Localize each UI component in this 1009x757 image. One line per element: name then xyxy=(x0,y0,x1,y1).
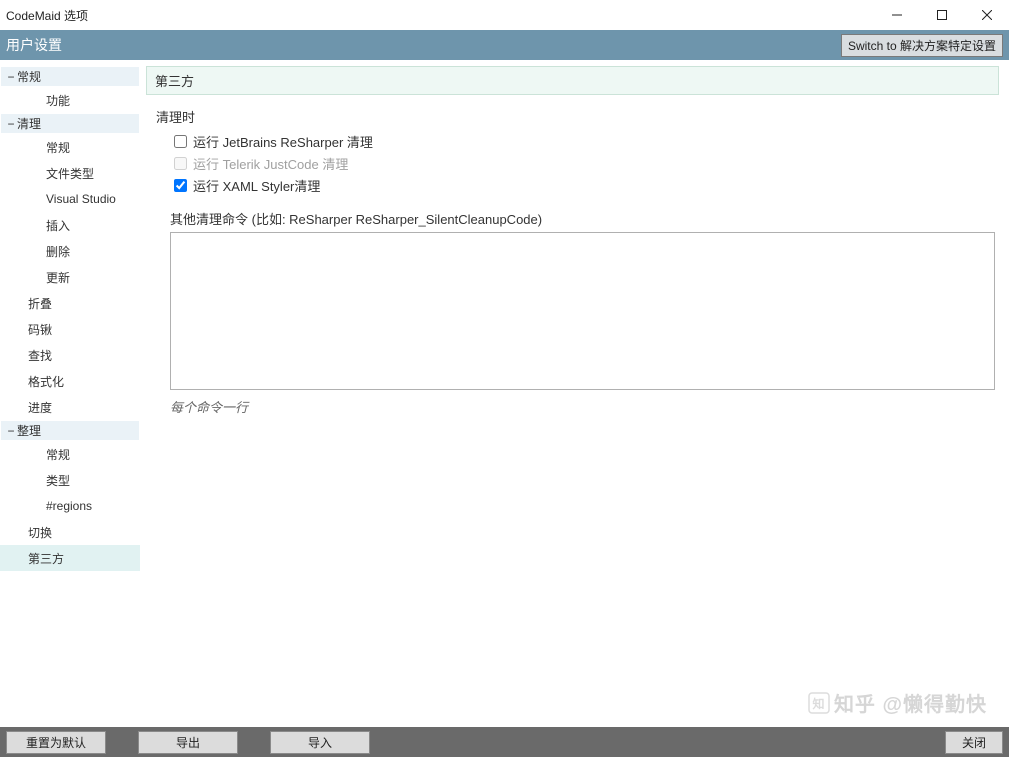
nav-item-label: 进度 xyxy=(28,399,52,416)
export-button[interactable]: 导出 xyxy=(138,731,238,754)
checkbox-label: 运行 Telerik JustCode 清理 xyxy=(193,154,348,173)
nav-item-label: 常规 xyxy=(46,139,70,156)
other-commands-label: 其他清理命令 (比如: ReSharper ReSharper_SilentCl… xyxy=(170,209,999,228)
nav-item-formatting[interactable]: 格式化 xyxy=(0,368,140,394)
checkbox-justcode[interactable] xyxy=(174,157,187,170)
nav-item-label: 功能 xyxy=(46,92,70,109)
nav-item-progress[interactable]: 进度 xyxy=(0,394,140,420)
nav-item-collapsing[interactable]: 折叠 xyxy=(0,290,140,316)
minimize-button[interactable] xyxy=(874,0,919,30)
nav-item-label: 折叠 xyxy=(28,295,52,312)
maximize-button[interactable] xyxy=(919,0,964,30)
nav-item-label: Visual Studio xyxy=(46,192,116,206)
nav-item-visual-studio[interactable]: Visual Studio xyxy=(0,186,140,212)
checkbox-label: 运行 JetBrains ReSharper 清理 xyxy=(193,132,373,151)
main: − 常规 功能 − 清理 常规 文件类型 Visual Studio 插入 删除… xyxy=(0,60,1009,727)
nav-item-label: 常规 xyxy=(46,446,70,463)
checkbox-row-xamlstyler[interactable]: 运行 XAML Styler清理 xyxy=(170,176,999,195)
nav-item-update[interactable]: 更新 xyxy=(0,264,140,290)
nav-group-label: 常规 xyxy=(17,68,41,85)
close-window-button[interactable] xyxy=(964,0,1009,30)
switch-scope-button[interactable]: Switch to 解决方案特定设置 xyxy=(841,34,1003,57)
nav-group-label: 清理 xyxy=(17,115,41,132)
header: 用户设置 Switch to 解决方案特定设置 xyxy=(0,30,1009,60)
checkbox-row-resharper[interactable]: 运行 JetBrains ReSharper 清理 xyxy=(170,132,999,151)
nav-item-reorg-regions[interactable]: #regions xyxy=(0,493,140,519)
nav-item-finding[interactable]: 查找 xyxy=(0,342,140,368)
nav-item-label: 格式化 xyxy=(28,373,64,390)
panel-title: 第三方 xyxy=(146,66,999,95)
window-title: CodeMaid 选项 xyxy=(6,7,88,24)
other-commands-input[interactable] xyxy=(170,232,995,390)
window: CodeMaid 选项 用户设置 Switch to 解决方案特定设置 − 常规 xyxy=(0,0,1009,757)
checkbox-label: 运行 XAML Styler清理 xyxy=(193,176,320,195)
nav-item-reorg-types[interactable]: 类型 xyxy=(0,467,140,493)
collapse-icon: − xyxy=(5,70,17,84)
nav-item-remove[interactable]: 删除 xyxy=(0,238,140,264)
nav-item-digging[interactable]: 码锹 xyxy=(0,316,140,342)
reset-defaults-button[interactable]: 重置为默认 xyxy=(6,731,106,754)
checkbox-resharper[interactable] xyxy=(174,135,187,148)
nav-item-thirdparty[interactable]: 第三方 xyxy=(0,545,140,571)
window-controls xyxy=(874,0,1009,30)
other-commands-hint: 每个命令一行 xyxy=(170,397,999,416)
import-button[interactable]: 导入 xyxy=(270,731,370,754)
close-button[interactable]: 关闭 xyxy=(945,731,1003,754)
collapse-icon: − xyxy=(5,117,17,131)
nav-item-reorg-general[interactable]: 常规 xyxy=(0,441,140,467)
sidebar: − 常规 功能 − 清理 常规 文件类型 Visual Studio 插入 删除… xyxy=(0,60,140,727)
nav-item-cleaning-general[interactable]: 常规 xyxy=(0,134,140,160)
nav-item-label: 类型 xyxy=(46,472,70,489)
nav-item-label: 文件类型 xyxy=(46,165,94,182)
nav-item-label: 切换 xyxy=(28,524,52,541)
nav-item-label: 查找 xyxy=(28,347,52,364)
footer: 重置为默认 导出 导入 关闭 xyxy=(0,727,1009,757)
collapse-icon: − xyxy=(5,424,17,438)
content: 第三方 清理时 运行 JetBrains ReSharper 清理 运行 Tel… xyxy=(140,60,1009,727)
nav-item-label: 插入 xyxy=(46,217,70,234)
nav-item-label: #regions xyxy=(46,499,92,513)
nav-item-label: 删除 xyxy=(46,243,70,260)
checkbox-xamlstyler[interactable] xyxy=(174,179,187,192)
nav-item-file-types[interactable]: 文件类型 xyxy=(0,160,140,186)
checkbox-row-justcode[interactable]: 运行 Telerik JustCode 清理 xyxy=(170,154,999,173)
nav-group-reorg[interactable]: − 整理 xyxy=(0,420,140,441)
section-on-cleanup: 清理时 xyxy=(156,107,999,126)
nav-item-label: 码锹 xyxy=(28,321,52,338)
nav-item-label: 第三方 xyxy=(28,550,64,567)
nav-group-label: 整理 xyxy=(17,422,41,439)
nav-item-features[interactable]: 功能 xyxy=(0,87,140,113)
nav-item-label: 更新 xyxy=(46,269,70,286)
nav-item-switching[interactable]: 切换 xyxy=(0,519,140,545)
nav-item-insert[interactable]: 插入 xyxy=(0,212,140,238)
nav-group-cleaning[interactable]: − 清理 xyxy=(0,113,140,134)
titlebar: CodeMaid 选项 xyxy=(0,0,1009,30)
header-title: 用户设置 xyxy=(6,35,62,55)
nav-group-general[interactable]: − 常规 xyxy=(0,66,140,87)
